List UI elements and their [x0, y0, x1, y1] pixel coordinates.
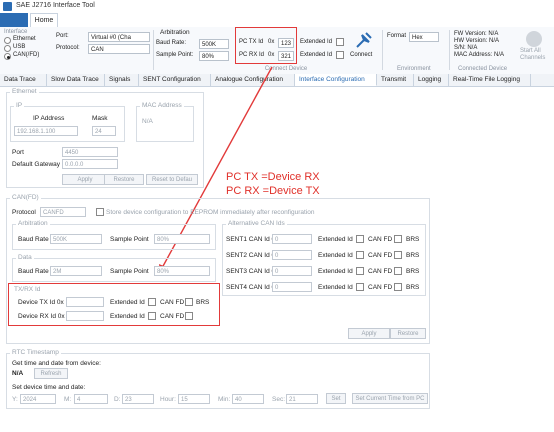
sent1-brs-label: BRS — [406, 236, 420, 243]
sent3-brs-label: BRS — [406, 268, 420, 275]
sent1-extended-label: Extended Id — [318, 236, 353, 243]
canfd-restore-button[interactable]: Restore — [390, 328, 426, 339]
sent4-canfd-label: CAN FD — [368, 284, 393, 291]
sent4-label: SENT4 CAN Id 0x — [226, 284, 279, 291]
canfd-apply-button[interactable]: Apply — [348, 328, 390, 339]
sent4-extended-checkbox[interactable] — [356, 283, 364, 291]
sent2-label: SENT2 CAN Id 0x — [226, 252, 279, 259]
sent1-canfd-label: CAN FD — [368, 236, 393, 243]
canfd-title: CAN(FD) — [10, 194, 41, 201]
device-tx-input[interactable] — [66, 297, 104, 307]
sent3-canfd-label: CAN FD — [368, 268, 393, 275]
device-rx-label: Device RX Id 0x — [18, 313, 65, 320]
sent1-extended-checkbox[interactable] — [356, 235, 364, 243]
sent4-brs-label: BRS — [406, 284, 420, 291]
rtc-set-from-pc-button[interactable]: Set Current Time from PC — [352, 393, 428, 404]
sent3-input[interactable]: 0 — [272, 266, 312, 276]
sent3-canfd-checkbox[interactable] — [394, 267, 402, 275]
canfd-baud-select[interactable]: 500K — [50, 234, 102, 244]
canfd-data-baud-select[interactable]: 2M — [50, 266, 102, 276]
rtc-get-label: Get time and date from device: — [12, 360, 101, 367]
rtc-min-input[interactable]: 40 — [232, 394, 264, 404]
sent2-canfd-checkbox[interactable] — [394, 251, 402, 259]
sent4-input[interactable]: 0 — [272, 282, 312, 292]
rtc-day-input[interactable]: 23 — [122, 394, 154, 404]
sent1-input[interactable]: 0 — [272, 234, 312, 244]
rtc-day-label: D: — [114, 396, 121, 403]
canfd-baud-label: Baud Rate — [18, 236, 49, 243]
rtc-sec-label: Sec: — [272, 396, 286, 403]
sent3-extended-checkbox[interactable] — [356, 267, 364, 275]
device-tx-extended-checkbox[interactable] — [148, 298, 156, 306]
canfd-protocol-select[interactable]: CANFD — [40, 207, 86, 217]
sent3-extended-label: Extended Id — [318, 268, 353, 275]
canfd-sample-select[interactable]: 80% — [154, 234, 210, 244]
device-rx-extended-checkbox[interactable] — [148, 312, 156, 320]
device-rx-extended-label: Extended Id — [110, 313, 145, 320]
store-eeprom-label: Store device configuration to EEPROM imm… — [106, 209, 315, 216]
canfd-sample-label: Sample Point — [110, 236, 149, 243]
rtc-sec-input[interactable]: 21 — [286, 394, 318, 404]
device-rx-input[interactable] — [66, 311, 104, 321]
rtc-month-label: M: — [64, 396, 72, 403]
sent1-canfd-checkbox[interactable] — [394, 235, 402, 243]
store-eeprom-checkbox[interactable] — [96, 208, 104, 216]
sent4-extended-label: Extended Id — [318, 284, 353, 291]
canfd-data-baud-label: Baud Rate — [18, 268, 49, 275]
rtc-hour-input[interactable]: 15 — [178, 394, 210, 404]
rtc-set-button[interactable]: Set — [326, 393, 346, 404]
rtc-title: RTC Timestamp — [10, 349, 61, 356]
sent2-extended-checkbox[interactable] — [356, 251, 364, 259]
sent2-extended-label: Extended Id — [318, 252, 353, 259]
device-rx-canfd-label: CAN FD — [160, 313, 185, 320]
sent2-brs-label: BRS — [406, 252, 420, 259]
sent1-label: SENT1 CAN Id 0x — [226, 236, 279, 243]
sent3-label: SENT3 CAN Id 0x — [226, 268, 279, 275]
sent2-input[interactable]: 0 — [272, 250, 312, 260]
canfd-arbitration-label: Arbitration — [16, 220, 50, 227]
sent4-canfd-checkbox[interactable] — [394, 283, 402, 291]
device-tx-brs-label: BRS — [196, 299, 210, 306]
device-rx-canfd-checkbox[interactable] — [185, 312, 193, 320]
alt-can-ids-label: Alternative CAN Ids — [226, 220, 287, 227]
rtc-min-label: Min: — [218, 396, 231, 403]
rtc-hour-label: Hour: — [160, 396, 176, 403]
canfd-data-sample-label: Sample Point — [110, 268, 149, 275]
sent2-canfd-label: CAN FD — [368, 252, 393, 259]
rtc-year-label: Y: — [12, 396, 18, 403]
device-tx-extended-label: Extended Id — [110, 299, 145, 306]
rtc-set-label: Set device time and date: — [12, 384, 86, 391]
device-tx-canfd-checkbox[interactable] — [185, 298, 193, 306]
rtc-get-value: N/A — [12, 370, 24, 377]
rtc-month-input[interactable]: 4 — [74, 394, 108, 404]
rtc-refresh-button[interactable]: Refresh — [34, 368, 68, 379]
canfd-protocol-label: Protocol — [12, 209, 36, 216]
rtc-year-input[interactable]: 2024 — [20, 394, 56, 404]
device-tx-label: Device TX Id 0x — [18, 299, 64, 306]
canfd-data-label: Data — [16, 254, 34, 261]
device-tx-canfd-label: CAN FD — [160, 299, 185, 306]
txrx-group-label: TX/RX Id — [14, 286, 41, 293]
canfd-data-sample-select[interactable]: 80% — [154, 266, 210, 276]
